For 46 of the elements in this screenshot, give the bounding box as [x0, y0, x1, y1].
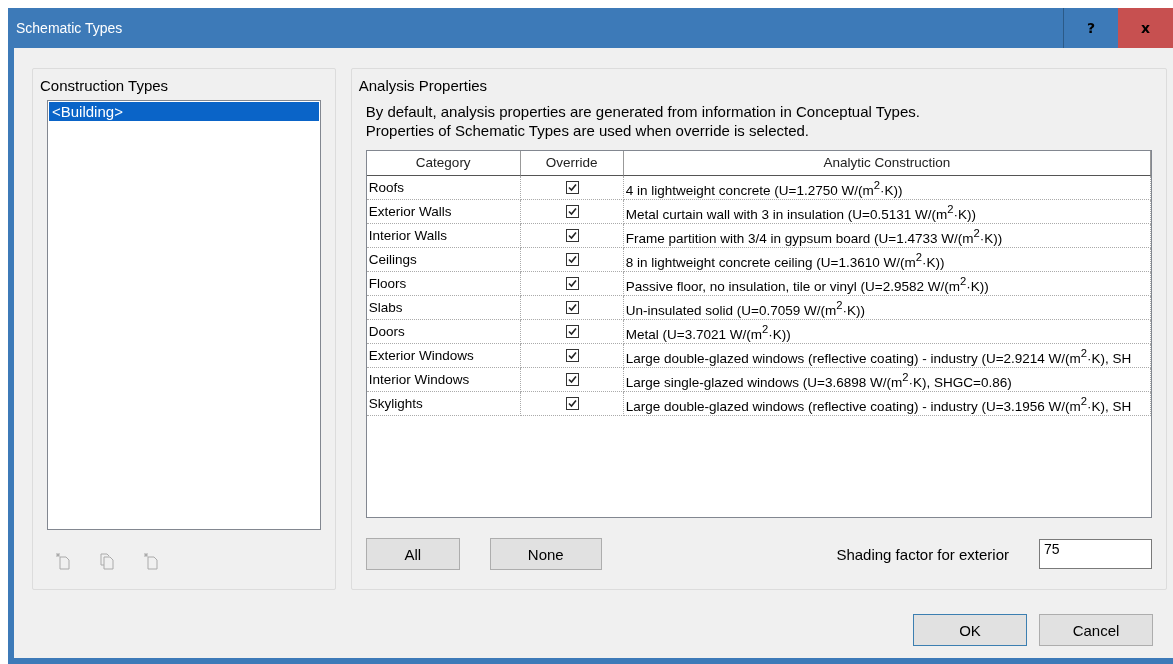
- checkbox[interactable]: [566, 301, 580, 314]
- table-cell: Exterior Windows: [366, 344, 521, 368]
- checkbox[interactable]: [566, 181, 580, 194]
- column-header[interactable]: Override: [520, 151, 624, 176]
- window-title: Schematic Types: [15, 20, 123, 36]
- table-cell: Frame partition with 3/4 in gypsum board (U=1.4733 W/(m$^{2}$·K)): [623, 224, 1151, 248]
- description-text: By default, analysis properties are generated from information in Conceptual Types.: [365, 102, 921, 121]
- table-cell: Passive floor, no insulation, tile or vinyl (U=2.9582 W/(m$^{2}$·K)): [623, 272, 1151, 296]
- checkbox[interactable]: [566, 229, 580, 242]
- group-title: Analysis Properties: [358, 77, 489, 94]
- checkbox[interactable]: [566, 325, 580, 338]
- select-none-button[interactable]: None: [489, 538, 602, 570]
- cancel-button[interactable]: Cancel: [1039, 614, 1153, 646]
- table-cell: Ceilings: [366, 248, 521, 272]
- table-cell: Interior Walls: [366, 224, 521, 248]
- table-cell: Exterior Walls: [366, 200, 521, 224]
- table-cell: Roofs: [366, 176, 521, 200]
- description-text: Properties of Schematic Types are used when override is selected.: [365, 121, 811, 140]
- table-cell: Doors: [366, 320, 521, 344]
- table-cell: Interior Windows: [366, 368, 521, 392]
- table-cell: Skylights: [366, 392, 521, 416]
- column-header[interactable]: Category: [366, 151, 521, 176]
- checkbox[interactable]: [566, 397, 580, 410]
- select-all-button[interactable]: All: [365, 538, 460, 570]
- table-cell: Slabs: [366, 296, 521, 320]
- group-title: Construction Types: [40, 77, 170, 94]
- table-cell: 4 in lightweight concrete (U=1.2750 W/(m$^{2}$·K)): [623, 176, 1151, 200]
- table-cell: Un-insulated solid (U=0.7059 W/(m$^{2}$·K)): [623, 296, 1151, 320]
- field-label: Shading factor for exterior: [836, 545, 1009, 563]
- table-cell: Metal curtain wall with 3 in insulation (U=0.5131 W/(m$^{2}$·K)): [623, 200, 1151, 224]
- column-header[interactable]: Analytic Construction: [623, 151, 1151, 176]
- ok-button[interactable]: OK: [913, 614, 1027, 646]
- close-button[interactable]: x: [1118, 8, 1173, 48]
- table-cell: Large double-glazed windows (reflective coating) - industry (U=2.9214 W/(m$^{2}$·K), SH: [623, 344, 1151, 368]
- table-cell: Large double-glazed windows (reflective coating) - industry (U=3.1956 W/(m$^{2}$·K), SH: [623, 392, 1151, 416]
- table-cell: Large single-glazed windows (U=3.6898 W/(m$^{2}$·K), SHGC=0.86): [623, 368, 1151, 392]
- table-cell: Metal (U=3.7021 W/(m$^{2}$·K)): [623, 320, 1151, 344]
- list-item[interactable]: <Building>: [49, 102, 319, 121]
- checkbox[interactable]: [566, 349, 580, 362]
- checkbox[interactable]: [566, 277, 580, 290]
- checkbox[interactable]: [566, 373, 580, 386]
- table-cell: Floors: [366, 272, 521, 296]
- checkbox[interactable]: [566, 205, 580, 218]
- checkbox[interactable]: [566, 253, 580, 266]
- input-field[interactable]: 75: [1039, 539, 1152, 569]
- table-cell: 8 in lightweight concrete ceiling (U=1.3610 W/(m$^{2}$·K)): [623, 248, 1151, 272]
